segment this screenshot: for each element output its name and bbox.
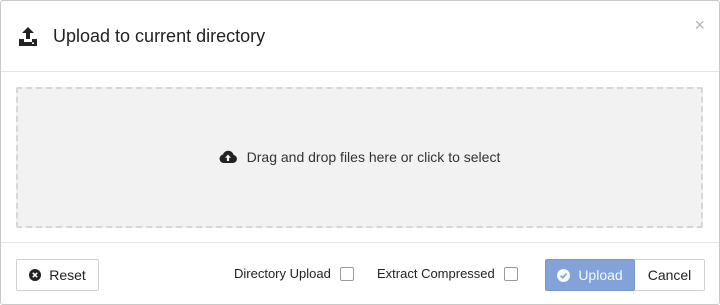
cancel-label: Cancel (647, 267, 692, 283)
check-circle-icon (557, 268, 571, 282)
directory-upload-checkbox[interactable] (339, 266, 354, 281)
dialog-title: Upload to current directory (53, 26, 266, 46)
close-icon[interactable]: × (694, 16, 705, 34)
reset-button[interactable]: Reset (16, 259, 99, 291)
times-circle-icon (29, 269, 42, 281)
dialog-header: Upload to current directory × (1, 1, 719, 72)
dropzone-content: Drag and drop files here or click to sel… (18, 149, 701, 165)
upload-label: Upload (578, 267, 623, 283)
directory-upload-label: Directory Upload (234, 266, 331, 281)
cancel-button[interactable]: Cancel (635, 259, 705, 291)
file-dropzone[interactable]: Drag and drop files here or click to sel… (16, 87, 703, 228)
upload-icon (19, 27, 37, 46)
extract-compressed-checkbox[interactable] (503, 266, 518, 281)
extract-compressed-option: Extract Compressed (377, 266, 518, 281)
cloud-upload-icon (219, 150, 237, 163)
upload-dialog: Upload to current directory × Drag and d… (0, 0, 720, 305)
reset-label: Reset (49, 267, 86, 283)
directory-upload-option: Directory Upload (234, 266, 354, 281)
dialog-footer: Reset Directory Upload Extract Compresse… (1, 242, 719, 305)
extract-compressed-label: Extract Compressed (377, 266, 495, 281)
upload-button[interactable]: Upload (545, 259, 635, 291)
dropzone-text: Drag and drop files here or click to sel… (246, 149, 501, 165)
